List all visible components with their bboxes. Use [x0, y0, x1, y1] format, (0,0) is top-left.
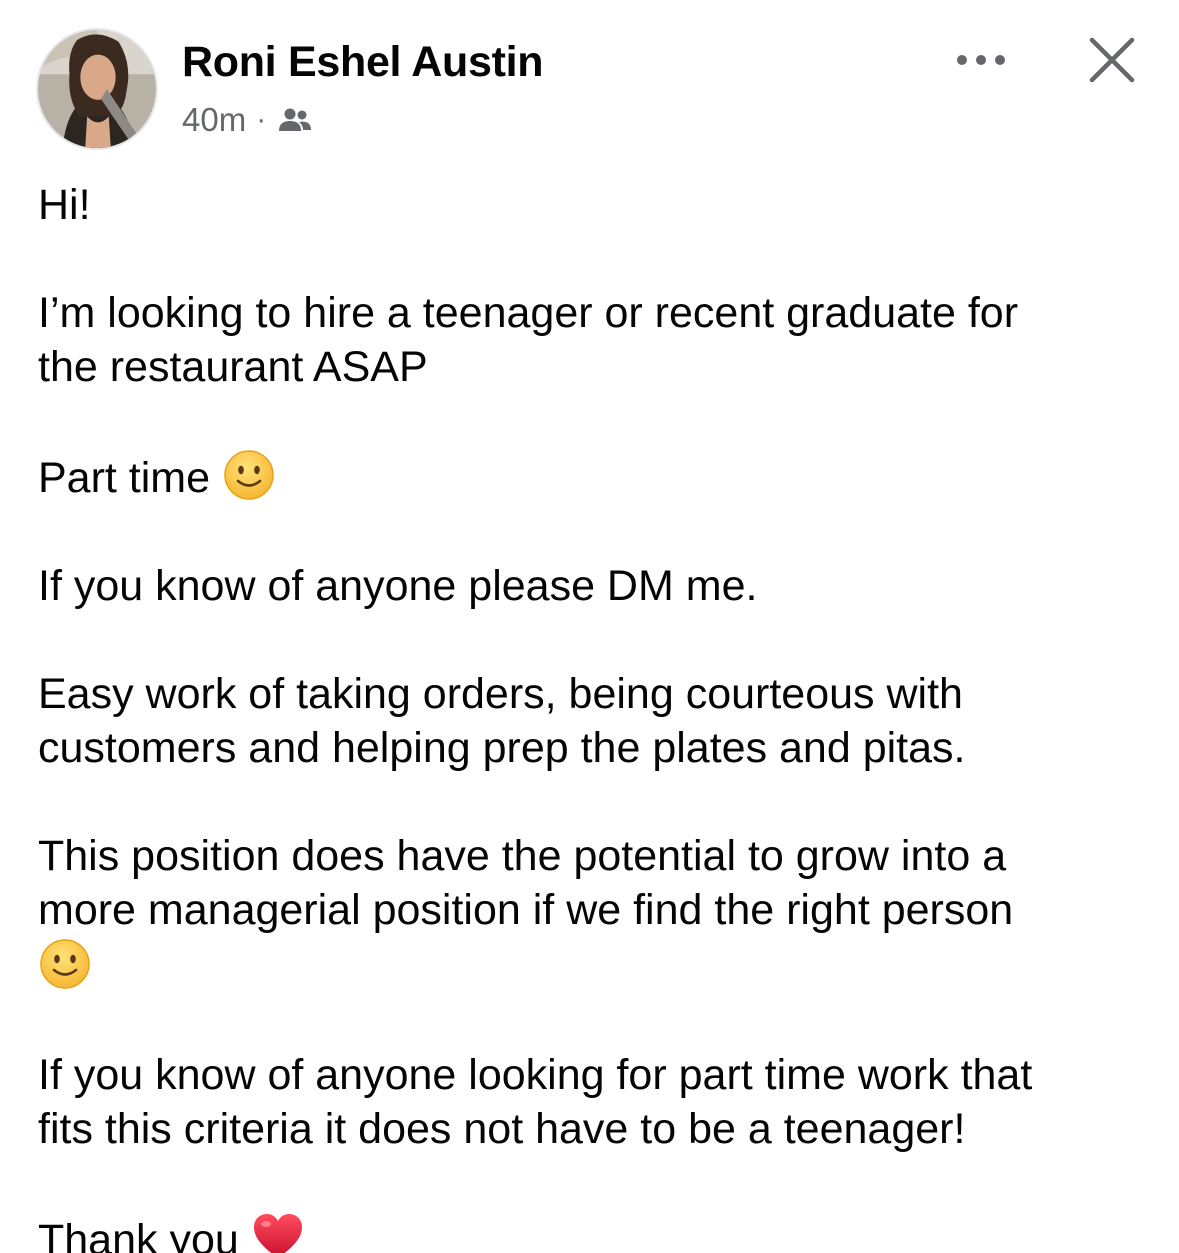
text-line: the restaurant ASAP: [38, 343, 428, 391]
paragraph: Easy work of taking orders, being courte…: [38, 667, 1148, 775]
text-line: Part time: [38, 448, 1148, 505]
paragraph: Part time: [38, 448, 1148, 505]
paragraph: If you know of anyone please DM me.: [38, 559, 1148, 613]
paragraph: This position does have the potential to…: [38, 829, 1148, 994]
paragraph: Thank you: [38, 1210, 1148, 1253]
avatar[interactable]: [36, 28, 158, 150]
text-line: Thank you: [38, 1210, 1148, 1253]
text-line: Hi!: [38, 181, 91, 229]
post-body: Hi! I’m looking to hire a teenager or re…: [38, 178, 1148, 1253]
friends-icon[interactable]: [278, 107, 312, 133]
author-name[interactable]: Roni Eshel Austin: [182, 38, 544, 87]
text-line: If you know of anyone please DM me.: [38, 562, 758, 610]
slightly-smiling-face-icon: [38, 937, 92, 991]
close-button[interactable]: [1086, 34, 1138, 86]
text-line: [38, 937, 1148, 994]
text-span: Part time: [38, 454, 211, 502]
paragraph: I’m looking to hire a teenager or recent…: [38, 286, 1148, 394]
meta-separator: ·: [256, 103, 267, 136]
paragraph: Hi!: [38, 178, 1148, 232]
text-line: I’m looking to hire a teenager or recent…: [38, 289, 1019, 337]
slightly-smiling-face-icon: [222, 448, 276, 502]
post-timestamp[interactable]: 40m: [182, 101, 246, 139]
profile-photo: [38, 30, 156, 148]
more-options-button[interactable]: [950, 40, 1012, 80]
text-line: fits this criteria it does not have to b…: [38, 1105, 966, 1153]
text-span: Thank you: [38, 1216, 239, 1253]
red-heart-icon: [251, 1210, 305, 1253]
paragraph: If you know of anyone looking for part t…: [38, 1048, 1148, 1156]
text-line: Easy work of taking orders, being courte…: [38, 670, 963, 718]
close-icon: [1089, 37, 1135, 83]
text-line: This position does have the potential to…: [38, 832, 1007, 880]
text-line: customers and helping prep the plates an…: [38, 724, 966, 772]
text-line: If you know of anyone looking for part t…: [38, 1051, 1033, 1099]
more-dots-icon: [957, 55, 1005, 65]
facebook-post: Roni Eshel Austin 40m · Hi! I’m looking …: [0, 0, 1179, 1253]
text-line: more managerial position if we find the …: [38, 886, 1014, 934]
post-meta: 40m ·: [182, 100, 312, 140]
